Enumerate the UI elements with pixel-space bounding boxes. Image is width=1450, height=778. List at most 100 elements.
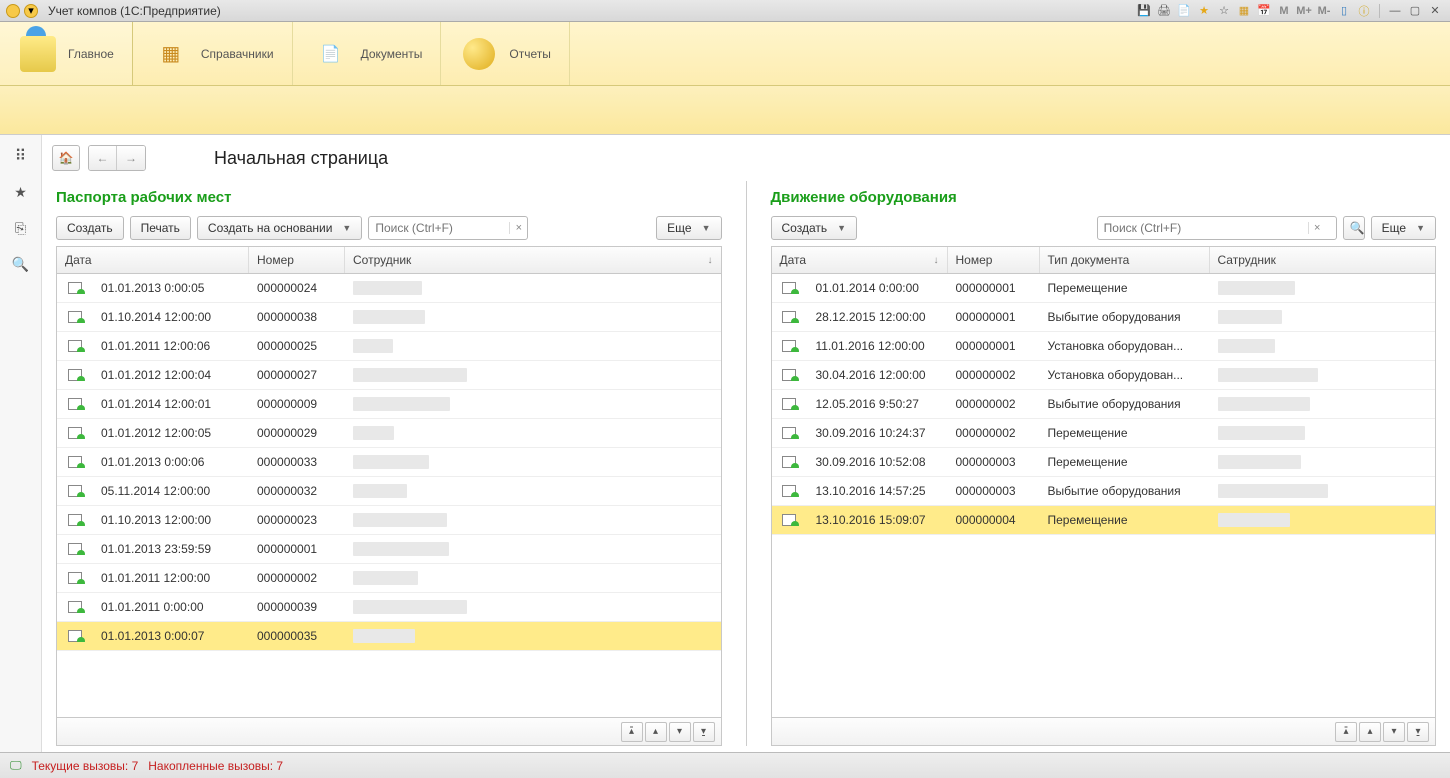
table-row[interactable]: 30.09.2016 10:24:37000000002Перемещение bbox=[772, 419, 1436, 448]
memory-mminus-button[interactable]: M- bbox=[1315, 3, 1333, 19]
col-type[interactable]: Тип документа bbox=[1040, 247, 1210, 273]
table-row[interactable]: 11.01.2016 12:00:00000000001Установка об… bbox=[772, 332, 1436, 361]
star-outline-icon[interactable]: ☆ bbox=[1215, 3, 1233, 19]
tab-documents[interactable]: 📄 Документы bbox=[293, 22, 442, 85]
clipboard-icon[interactable]: ⎘ bbox=[10, 217, 32, 239]
search-icon[interactable]: 🔍 bbox=[10, 253, 32, 275]
col-employee[interactable]: Сатрудник bbox=[1210, 247, 1436, 273]
memory-m-button[interactable]: M bbox=[1275, 3, 1293, 19]
row-icon bbox=[57, 630, 93, 642]
doc-icon[interactable]: 📄 bbox=[1175, 3, 1193, 19]
favorite-icon[interactable]: ★ bbox=[1195, 3, 1213, 19]
table-row[interactable]: 01.01.2013 0:00:06000000033 bbox=[57, 448, 721, 477]
col-number[interactable]: Номер bbox=[948, 247, 1040, 273]
table-row[interactable]: 01.01.2014 12:00:01000000009 bbox=[57, 390, 721, 419]
row-icon bbox=[57, 369, 93, 381]
search-button[interactable]: 🔍▼ bbox=[1343, 216, 1365, 240]
search-input[interactable] bbox=[1098, 221, 1308, 235]
table-row[interactable]: 01.01.2011 0:00:00000000039 bbox=[57, 593, 721, 622]
page-up-button[interactable]: ▴ bbox=[645, 722, 667, 742]
page-down-button[interactable]: ▾ bbox=[669, 722, 691, 742]
print-icon[interactable]: 🖨 bbox=[1155, 3, 1173, 19]
cell-employee bbox=[345, 397, 721, 411]
cell-number: 000000009 bbox=[249, 397, 345, 411]
col-date[interactable]: Дата↓ bbox=[772, 247, 948, 273]
table-row[interactable]: 01.01.2013 23:59:59000000001 bbox=[57, 535, 721, 564]
search-box[interactable]: × bbox=[368, 216, 528, 240]
home-button[interactable]: 🏠 bbox=[52, 145, 80, 171]
memory-mplus-button[interactable]: M+ bbox=[1295, 3, 1313, 19]
tab-reports[interactable]: Отчеты bbox=[441, 22, 569, 85]
calculator-icon[interactable]: ▦ bbox=[1235, 3, 1253, 19]
create-button[interactable]: Создать▼ bbox=[771, 216, 858, 240]
pane-passports: Паспорта рабочих мест Создать Печать Соз… bbox=[52, 181, 726, 746]
dropdown-icon[interactable]: ▾ bbox=[24, 4, 38, 18]
minimize-button[interactable]: — bbox=[1386, 3, 1404, 19]
print-button[interactable]: Печать bbox=[130, 216, 191, 240]
table-row[interactable]: 01.10.2013 12:00:00000000023 bbox=[57, 506, 721, 535]
movement-table: Дата↓ Номер Тип документа Сатрудник 01.0… bbox=[771, 246, 1437, 746]
star-icon[interactable]: ★ bbox=[10, 181, 32, 203]
table-row[interactable]: 01.01.2013 0:00:07000000035 bbox=[57, 622, 721, 651]
table-row[interactable]: 05.11.2014 12:00:00000000032 bbox=[57, 477, 721, 506]
close-button[interactable]: ✕ bbox=[1426, 3, 1444, 19]
calendar-icon[interactable]: 📅 bbox=[1255, 3, 1273, 19]
tab-directories[interactable]: ▦ Справачники bbox=[133, 22, 293, 85]
row-icon bbox=[772, 427, 808, 439]
create-from-button[interactable]: Создать на основании▼ bbox=[197, 216, 362, 240]
page-down-button[interactable]: ▾ bbox=[1383, 722, 1405, 742]
row-icon bbox=[57, 543, 93, 555]
cell-type: Перемещение bbox=[1040, 281, 1210, 295]
forward-button[interactable]: → bbox=[117, 146, 145, 170]
cell-number: 000000039 bbox=[249, 600, 345, 614]
table-row[interactable]: 28.12.2015 12:00:00000000001Выбытие обор… bbox=[772, 303, 1436, 332]
col-employee[interactable]: Сотрудник↓ bbox=[345, 247, 721, 273]
more-button[interactable]: Еще▼ bbox=[1371, 216, 1436, 240]
row-icon bbox=[57, 340, 93, 352]
table-row[interactable]: 12.05.2016 9:50:27000000002Выбытие обору… bbox=[772, 390, 1436, 419]
page-last-button[interactable]: ▾̱ bbox=[1407, 722, 1429, 742]
table-row[interactable]: 30.04.2016 12:00:00000000002Установка об… bbox=[772, 361, 1436, 390]
table-row[interactable]: 30.09.2016 10:52:08000000003Перемещение bbox=[772, 448, 1436, 477]
panel-icon[interactable]: ▯ bbox=[1335, 3, 1353, 19]
tab-home[interactable]: Главное bbox=[0, 22, 133, 85]
table-row[interactable]: 13.10.2016 15:09:07000000004Перемещение bbox=[772, 506, 1436, 535]
table-row[interactable]: 01.01.2014 0:00:00000000001Перемещение bbox=[772, 274, 1436, 303]
search-box[interactable]: × bbox=[1097, 216, 1337, 240]
table-row[interactable]: 01.01.2012 12:00:05000000029 bbox=[57, 419, 721, 448]
create-button[interactable]: Создать bbox=[56, 216, 124, 240]
info-icon[interactable]: ⓘ bbox=[1355, 3, 1373, 19]
search-input[interactable] bbox=[369, 221, 509, 235]
document-check-icon bbox=[68, 427, 82, 439]
col-number[interactable]: Номер bbox=[249, 247, 345, 273]
table-row[interactable]: 01.01.2011 12:00:06000000025 bbox=[57, 332, 721, 361]
sphere-icon bbox=[459, 34, 499, 74]
clear-search-button[interactable]: × bbox=[1308, 222, 1326, 234]
table-row[interactable]: 01.01.2011 12:00:00000000002 bbox=[57, 564, 721, 593]
cell-date: 30.09.2016 10:52:08 bbox=[808, 455, 948, 469]
cell-date: 01.01.2013 0:00:07 bbox=[93, 629, 249, 643]
back-button[interactable]: ← bbox=[89, 146, 117, 170]
page-first-button[interactable]: ▴̄ bbox=[1335, 722, 1357, 742]
table-row[interactable]: 01.01.2012 12:00:04000000027 bbox=[57, 361, 721, 390]
section-header: Движение оборудования bbox=[771, 189, 1437, 206]
row-icon bbox=[57, 311, 93, 323]
row-icon bbox=[57, 282, 93, 294]
document-check-icon bbox=[782, 340, 796, 352]
table-row[interactable]: 01.01.2013 0:00:05000000024 bbox=[57, 274, 721, 303]
cell-number: 000000032 bbox=[249, 484, 345, 498]
col-date[interactable]: Дата bbox=[57, 247, 249, 273]
page-up-button[interactable]: ▴ bbox=[1359, 722, 1381, 742]
table-row[interactable]: 13.10.2016 14:57:25000000003Выбытие обор… bbox=[772, 477, 1436, 506]
page-first-button[interactable]: ▴̄ bbox=[621, 722, 643, 742]
page-last-button[interactable]: ▾̱ bbox=[693, 722, 715, 742]
cell-type: Выбытие оборудования bbox=[1040, 397, 1210, 411]
apps-icon[interactable]: ⠿ bbox=[10, 145, 32, 167]
save-icon[interactable]: 💾 bbox=[1135, 3, 1153, 19]
document-check-icon bbox=[782, 398, 796, 410]
more-button[interactable]: Еще▼ bbox=[656, 216, 721, 240]
maximize-button[interactable]: ▢ bbox=[1406, 3, 1424, 19]
cell-employee bbox=[345, 571, 721, 585]
table-row[interactable]: 01.10.2014 12:00:00000000038 bbox=[57, 303, 721, 332]
clear-search-button[interactable]: × bbox=[509, 222, 527, 234]
